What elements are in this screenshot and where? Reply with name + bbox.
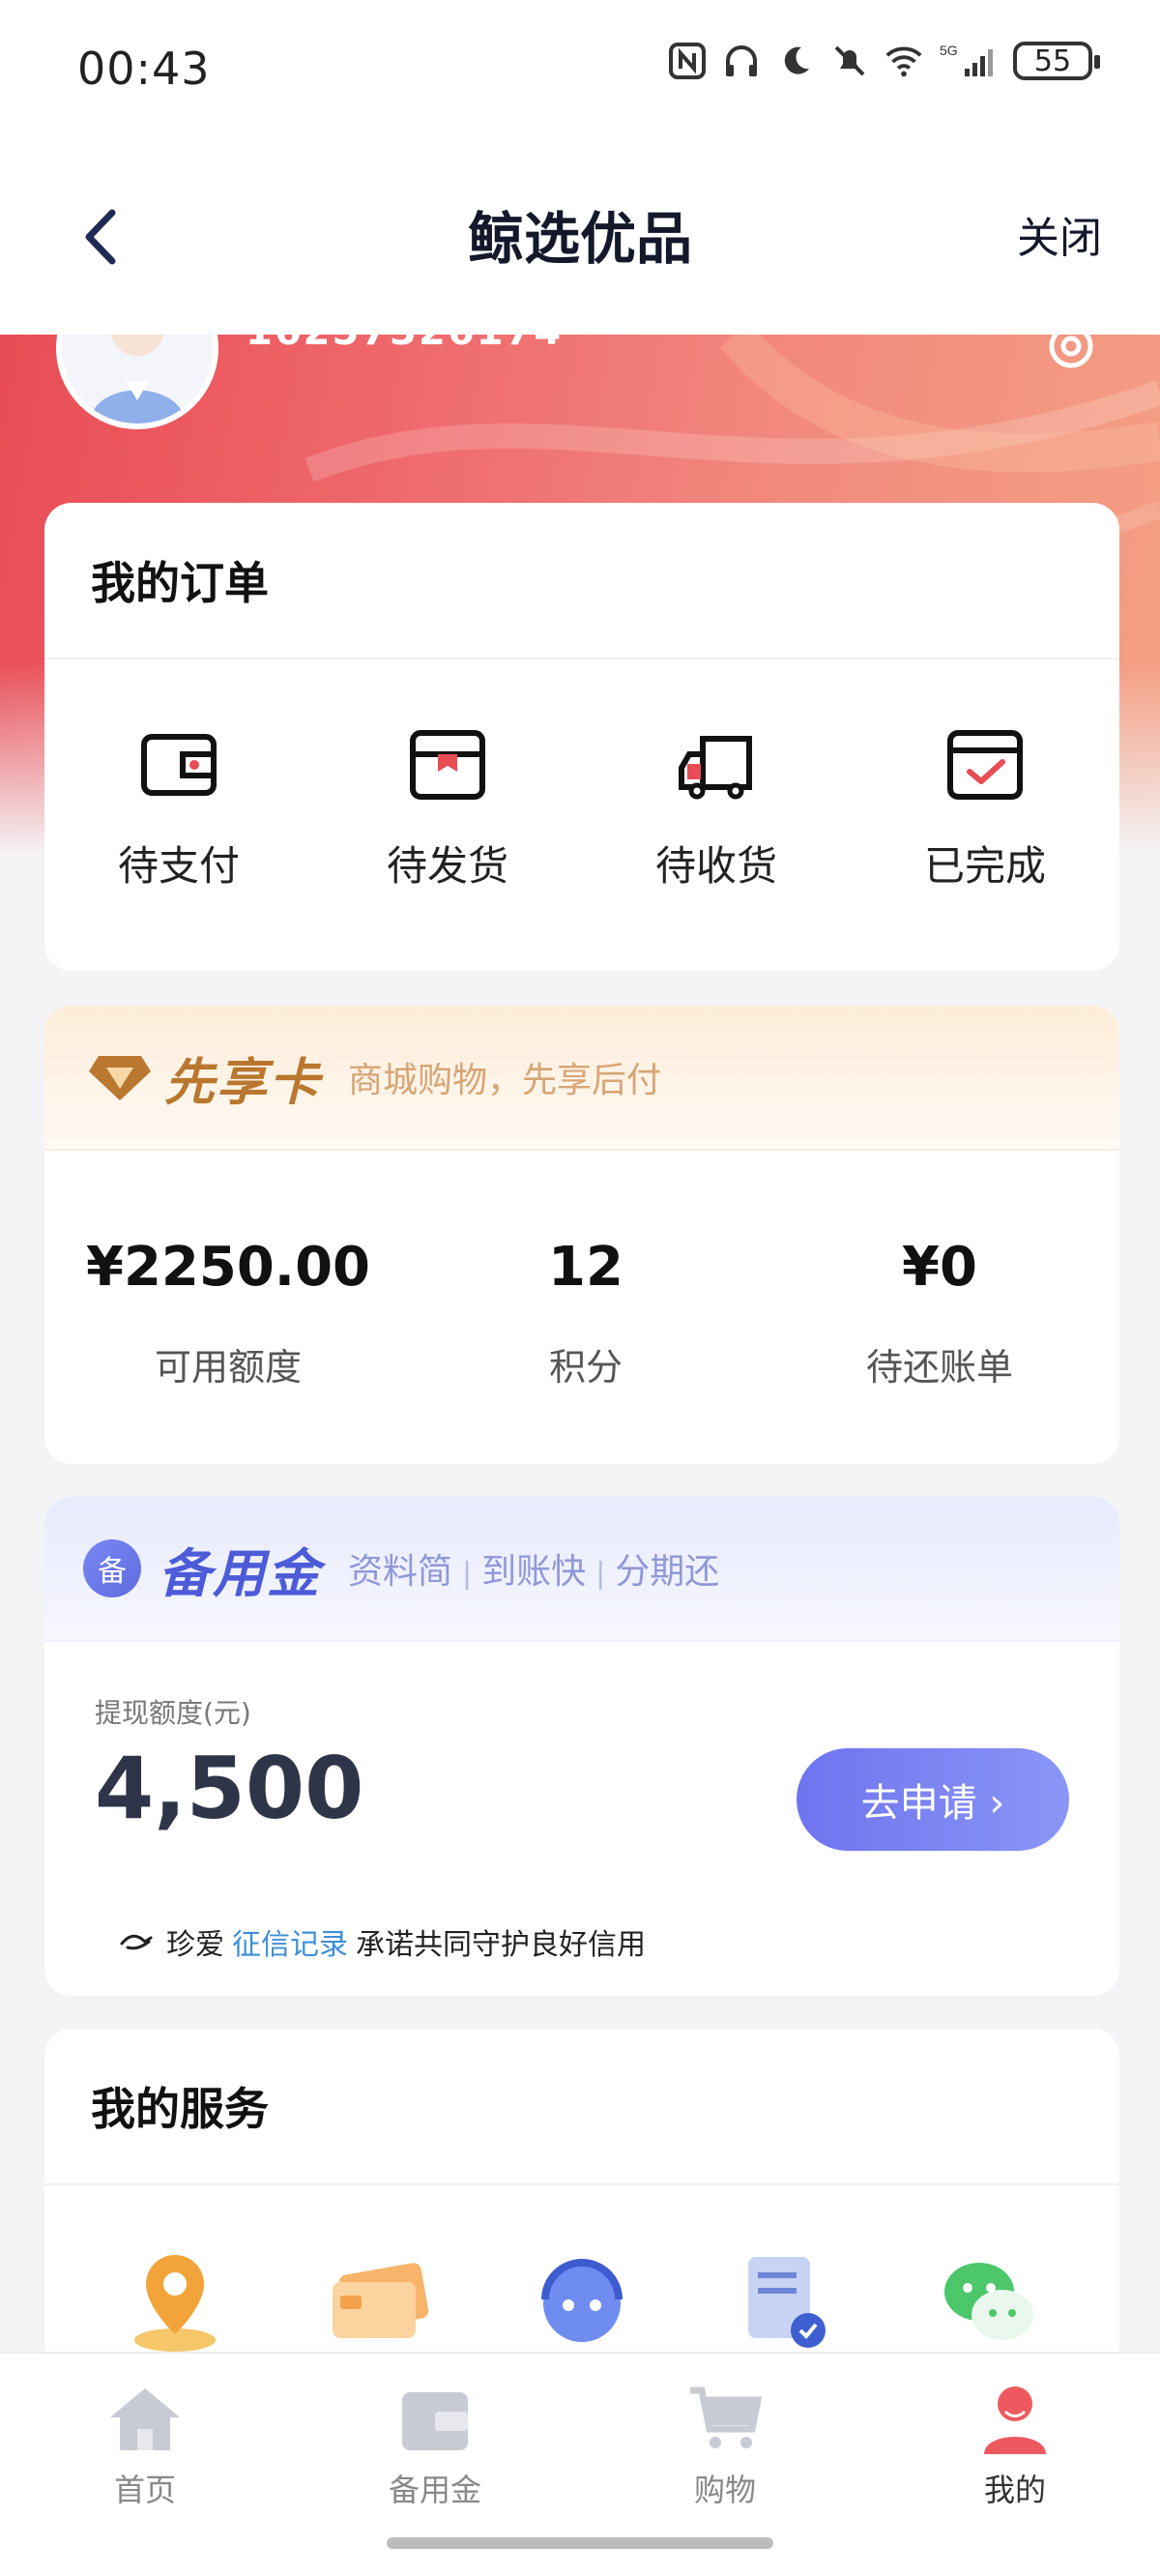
user-icon — [984, 2386, 1046, 2454]
nav-beiyong[interactable]: 备用金 — [290, 2354, 580, 2528]
wallet-icon — [402, 2392, 468, 2450]
nav-label: 备用金 — [388, 2472, 481, 2508]
order-label: 待支付 — [117, 842, 240, 890]
stat-label: 积分 — [548, 1346, 623, 1389]
apply-button[interactable]: 去申请 › — [797, 1748, 1069, 1851]
handshake-icon — [120, 1934, 153, 1950]
xianxiang-slogan: 商城购物，先享后付 — [348, 1061, 662, 1100]
nav-label: 首页 — [113, 2472, 176, 2508]
xianxiang-header: 先享卡 商城购物，先享后付 — [44, 1006, 1119, 1151]
status-bar: 00:43 5G 55 — [0, 0, 1160, 145]
page-title: 鲸选优品 — [467, 206, 692, 272]
order-pending-shipment[interactable]: 待发货 — [313, 659, 582, 969]
title-bar: 鲸选优品 关闭 — [0, 145, 1160, 335]
order-label: 待发货 — [386, 842, 508, 890]
stat-value: ¥2250.00 — [85, 1236, 371, 1299]
nav-shopping[interactable]: 购物 — [580, 2354, 870, 2528]
slogan-part: 分期还 — [615, 1552, 720, 1592]
bank-card-icon[interactable] — [321, 2243, 437, 2359]
credit-prefix: 珍爱 — [166, 1928, 224, 1962]
beiyong-body: 提现额度(元) 4,500 去申请 › 珍爱 征信记录 承诺共同守护良好信用 — [44, 1642, 1119, 1996]
nav-home[interactable]: 首页 — [0, 2354, 290, 2528]
orders-card: 我的订单 待支付 待发货 待收货 已完成 — [44, 503, 1119, 971]
quota-amount: 4,500 — [95, 1739, 364, 1838]
slogan-part: 到账快 — [481, 1552, 587, 1592]
xianxiang-stats: ¥2250.00 可用额度 12 积分 ¥0 待还账单 — [44, 1151, 1119, 1464]
beiyong-header: 备 备用金 资料简 | 到账快 | 分期还 — [44, 1497, 1119, 1642]
settings-button[interactable] — [1040, 335, 1102, 377]
diamond-icon — [89, 1056, 151, 1100]
location-pin-icon[interactable] — [117, 2243, 233, 2359]
stat-label: 可用额度 — [154, 1346, 302, 1389]
credit-suffix: 承诺共同守护良好信用 — [356, 1928, 646, 1962]
xianxiang-brand: 先享卡 — [164, 1053, 322, 1112]
moon-icon — [775, 41, 816, 81]
close-button[interactable]: 关闭 — [1017, 203, 1102, 265]
gear-icon — [1049, 335, 1093, 368]
points-stat[interactable]: 12 积分 — [412, 1151, 760, 1464]
credit-notice: 珍爱 征信记录 承诺共同守护良好信用 — [120, 1920, 646, 1963]
orders-title: 我的订单 — [91, 557, 269, 609]
nav-label: 购物 — [693, 2472, 756, 2508]
nav-label: 我的 — [983, 2472, 1046, 2508]
nfc-icon — [667, 41, 708, 81]
avatar-person-icon — [62, 335, 213, 424]
status-time: 00:43 — [77, 43, 211, 95]
services-card-header: 我的服务 — [44, 2029, 1119, 2185]
customer-service-icon[interactable] — [524, 2243, 640, 2359]
wifi-icon — [884, 41, 924, 81]
home-indicator[interactable] — [387, 2537, 773, 2549]
truck-icon — [679, 736, 752, 800]
order-pending-payment[interactable]: 待支付 — [44, 659, 313, 969]
stat-value: 12 — [548, 1236, 624, 1299]
nav-mine[interactable]: 我的 — [870, 2354, 1160, 2528]
services-title: 我的服务 — [91, 2083, 269, 2135]
package-icon — [410, 730, 485, 800]
cart-icon — [690, 2386, 763, 2448]
wechat-icon[interactable] — [931, 2243, 1047, 2359]
order-status-grid: 待支付 待发货 待收货 已完成 — [44, 659, 1119, 969]
battery-indicator: 55 — [1013, 42, 1100, 80]
order-pending-receipt[interactable]: 待收货 — [582, 659, 851, 969]
orders-card-header: 我的订单 — [44, 503, 1119, 659]
home-icon — [110, 2388, 180, 2450]
slogan-part: 资料简 — [348, 1552, 453, 1592]
quota-label: 提现额度(元) — [95, 1697, 251, 1729]
order-label: 已完成 — [923, 842, 1046, 890]
mute-bell-icon — [829, 41, 870, 81]
stat-value: ¥0 — [902, 1236, 977, 1299]
order-completed[interactable]: 已完成 — [851, 659, 1119, 969]
headphones-icon — [721, 41, 762, 81]
available-credit-stat[interactable]: ¥2250.00 可用额度 — [44, 1151, 412, 1464]
document-check-icon[interactable] — [727, 2243, 843, 2359]
svg-text:5G: 5G — [940, 43, 958, 58]
beiyong-badge-icon: 备 — [83, 1539, 141, 1597]
order-label: 待收货 — [654, 842, 777, 890]
bottom-nav: 首页 备用金 购物 我的 — [0, 2352, 1160, 2576]
status-icons: 5G 55 — [667, 41, 1100, 81]
pending-bill-stat[interactable]: ¥0 待还账单 — [760, 1151, 1119, 1464]
beiyong-card: 备 备用金 资料简 | 到账快 | 分期还 提现额度(元) 4,500 去申请 › 珍爱… — [44, 1497, 1119, 1996]
signal-icon: 5G — [938, 41, 1000, 81]
calendar-check-icon — [947, 730, 1023, 800]
wallet-icon — [141, 734, 217, 796]
xianxiang-card[interactable]: 先享卡 商城购物，先享后付 ¥2250.00 可用额度 12 积分 ¥0 待还账… — [44, 1006, 1119, 1464]
credit-record-link[interactable]: 征信记录 — [232, 1920, 348, 1963]
beiyong-brand: 备用金 — [159, 1542, 321, 1604]
services-grid — [44, 2185, 1119, 2359]
stat-label: 待还账单 — [865, 1346, 1013, 1389]
beiyong-slogan: 资料简 | 到账快 | 分期还 — [348, 1552, 720, 1592]
phone-number: 16257326174 — [246, 335, 563, 354]
